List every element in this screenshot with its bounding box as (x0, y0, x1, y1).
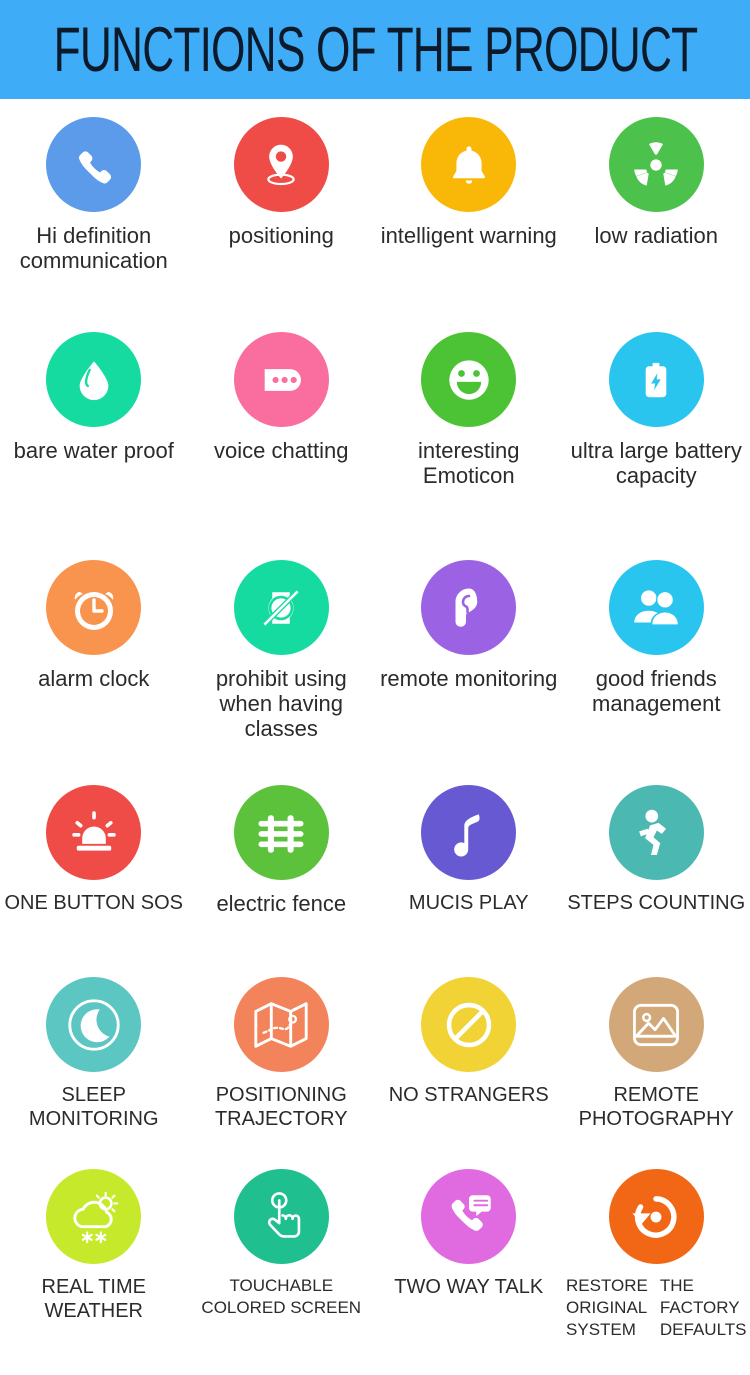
restore-word: DEFAULTS (659, 1320, 747, 1339)
feature-item-steps-counting[interactable]: STEPS COUNTING (563, 785, 750, 977)
chat-bubble-icon (233, 332, 329, 427)
feature-row: alarm clock prohibit using when having c… (0, 560, 750, 785)
restore-word: FACTORY (659, 1298, 740, 1317)
feature-label: remote monitoring (380, 666, 558, 691)
feature-item-mucis-play[interactable]: MUCIS PLAY (375, 785, 563, 977)
feature-label: STEPS COUNTING (567, 892, 746, 914)
feature-row: Hi definition communication positioning … (0, 117, 750, 332)
features-grid: Hi definition communication positioning … (0, 99, 750, 1369)
feature-item-no-strangers[interactable]: NO STRANGERS (375, 977, 563, 1169)
feature-label: electric fence (216, 891, 347, 916)
feature-label: positioning (228, 223, 334, 248)
feature-label: ONE BUTTON SOS (4, 892, 184, 914)
feature-item-interesting-emoticon[interactable]: interesting Emoticon (375, 332, 563, 560)
feature-label-restore: RESTORE THE ORIGINAL FACTORY SYSTEM DEFA… (566, 1275, 746, 1341)
feature-label: intelligent warning (380, 223, 557, 248)
feature-label: good friends management (592, 666, 721, 716)
feature-item-hi-definition-communication[interactable]: Hi definition communication (0, 117, 188, 332)
feature-item-alarm-clock[interactable]: alarm clock (0, 560, 188, 785)
feature-item-one-button-sos[interactable]: ONE BUTTON SOS (0, 785, 188, 977)
battery-charge-icon (608, 332, 704, 427)
phone-chat-icon (421, 1169, 517, 1264)
feature-item-intelligent-warning[interactable]: intelligent warning (375, 117, 563, 332)
restore-word: THE (659, 1276, 694, 1295)
siren-alarm-icon (46, 785, 142, 880)
feature-item-positioning[interactable]: positioning (188, 117, 376, 332)
feature-item-real-time-weather[interactable]: REAL TIME WEATHER (0, 1169, 188, 1369)
weather-cloud-sun-snow-icon (46, 1169, 142, 1264)
feature-item-good-friends-management[interactable]: good friends management (563, 560, 750, 785)
phone-call-icon (46, 117, 142, 212)
feature-label: ultra large battery capacity (570, 438, 742, 488)
feature-row: ONE BUTTON SOS electric fence MUCIS PLAY… (0, 785, 750, 977)
map-pin-icon (233, 117, 329, 212)
feature-label: POSITIONING TRAJECTORY (214, 1084, 348, 1130)
feature-item-touchable-colored-screen[interactable]: TOUCHABLE COLORED SCREEN (188, 1169, 376, 1369)
bell-icon (421, 117, 517, 212)
feature-item-positioning-trajectory[interactable]: POSITIONING TRAJECTORY (188, 977, 376, 1169)
feature-item-electric-fence[interactable]: electric fence (188, 785, 376, 977)
prohibition-sign-icon (421, 977, 517, 1072)
page-banner: FUNCTIONS OF THE PRODUCT (0, 0, 750, 99)
feature-item-ultra-large-battery-capacity[interactable]: ultra large battery capacity (563, 332, 750, 560)
feature-item-remote-photography[interactable]: REMOTE PHOTOGRAPHY (563, 977, 750, 1169)
moon-sleep-icon (46, 977, 142, 1072)
music-note-icon (421, 785, 517, 880)
feature-label: bare water proof (13, 438, 174, 463)
feature-label: MUCIS PLAY (408, 892, 529, 914)
feature-row: SLEEP MONITORING POSITIONING TRAJECTORY (0, 977, 750, 1169)
feature-item-restore-factory-defaults[interactable]: RESTORE THE ORIGINAL FACTORY SYSTEM DEFA… (563, 1169, 750, 1369)
feature-item-bare-water-proof[interactable]: bare water proof (0, 332, 188, 560)
feature-item-prohibit-using-when-having-classes[interactable]: prohibit using when having classes (188, 560, 376, 785)
restore-word: ORIGINAL (566, 1298, 648, 1317)
feature-item-remote-monitoring[interactable]: remote monitoring (375, 560, 563, 785)
touch-hand-icon (233, 1169, 329, 1264)
feature-label: NO STRANGERS (388, 1084, 549, 1106)
feature-row: REAL TIME WEATHER TOUCHABLE COLORED SCRE… (0, 1169, 750, 1369)
feature-label: voice chatting (213, 438, 349, 463)
feature-label: low radiation (594, 223, 718, 248)
water-drop-icon (46, 332, 142, 427)
feature-label: TOUCHABLE COLORED SCREEN (201, 1276, 362, 1317)
feature-label: SLEEP MONITORING (28, 1084, 159, 1130)
running-person-icon (608, 785, 704, 880)
no-watch-icon (233, 560, 329, 655)
smiley-face-icon (421, 332, 517, 427)
feature-item-voice-chatting[interactable]: voice chatting (188, 332, 376, 560)
feature-item-sleep-monitoring[interactable]: SLEEP MONITORING (0, 977, 188, 1169)
feature-label: Hi definition communication (19, 223, 168, 273)
feature-label: interesting Emoticon (417, 438, 520, 488)
feature-item-low-radiation[interactable]: low radiation (563, 117, 750, 332)
two-users-icon (608, 560, 704, 655)
feature-item-two-way-talk[interactable]: TWO WAY TALK (375, 1169, 563, 1369)
restore-reset-icon (608, 1169, 704, 1264)
radiation-icon (608, 117, 704, 212)
feature-label: REMOTE PHOTOGRAPHY (578, 1084, 734, 1130)
photo-frame-icon (608, 977, 704, 1072)
restore-word: RESTORE (566, 1276, 648, 1295)
folded-map-icon (233, 977, 329, 1072)
ear-listen-icon (421, 560, 517, 655)
page-title: FUNCTIONS OF THE PRODUCT (53, 14, 698, 85)
feature-label: alarm clock (38, 666, 150, 691)
fence-icon (233, 785, 329, 880)
feature-label: TWO WAY TALK (394, 1276, 544, 1298)
feature-row: bare water proof voice chatting interest… (0, 332, 750, 560)
feature-label: prohibit using when having classes (215, 666, 347, 741)
alarm-clock-icon (46, 560, 142, 655)
restore-word: SYSTEM (566, 1320, 636, 1339)
feature-label: REAL TIME WEATHER (41, 1276, 146, 1322)
